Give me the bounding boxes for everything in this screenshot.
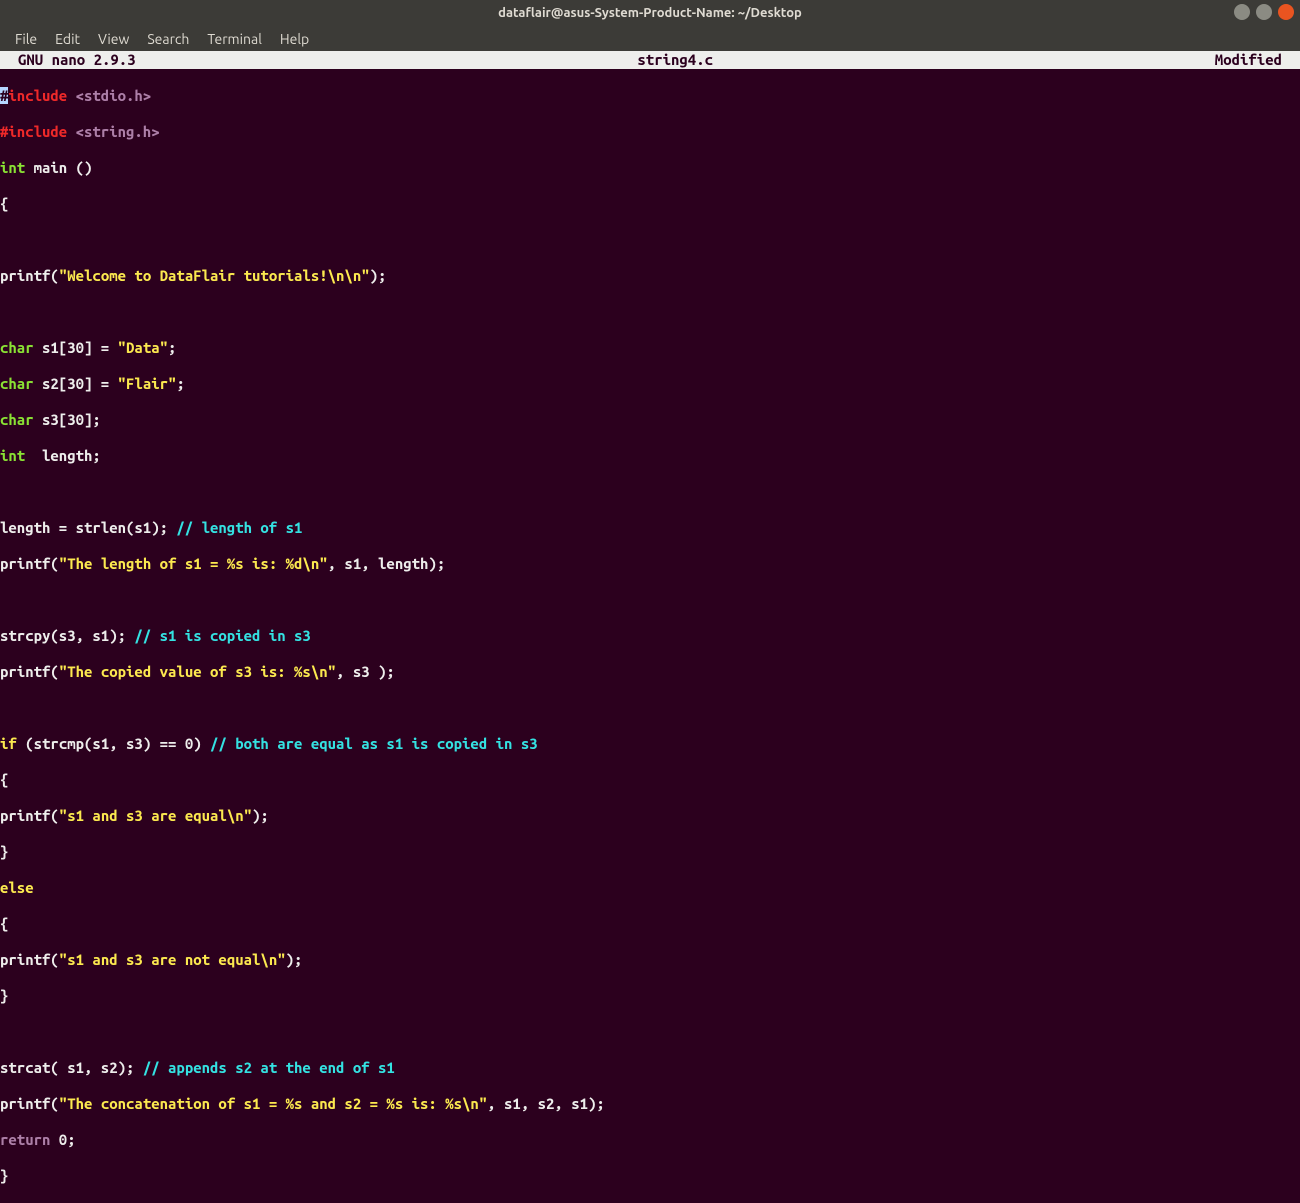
code-line: else: [0, 879, 1300, 897]
code-line: #include <stdio.h>: [0, 87, 1300, 105]
menubar: File Edit View Search Terminal Help: [0, 26, 1300, 51]
menu-search[interactable]: Search: [138, 28, 198, 50]
window-controls: [1234, 4, 1294, 20]
code-line: length = strlen(s1); // length of s1: [0, 519, 1300, 537]
code-line: }: [0, 1167, 1300, 1185]
nano-status-bar: GNU nano 2.9.3 string4.c Modified: [0, 51, 1300, 69]
nano-modified-status: Modified: [1215, 51, 1282, 69]
code-line: }: [0, 843, 1300, 861]
code-line: {: [0, 915, 1300, 933]
code-line: printf("The copied value of s3 is: %s\n"…: [0, 663, 1300, 681]
menu-file[interactable]: File: [6, 28, 46, 50]
code-line: printf("The length of s1 = %s is: %d\n",…: [0, 555, 1300, 573]
code-line: [0, 231, 1300, 249]
nano-version: GNU nano 2.9.3: [18, 51, 136, 69]
code-line: printf("The concatenation of s1 = %s and…: [0, 1095, 1300, 1113]
code-line: #include <string.h>: [0, 123, 1300, 141]
window-title: dataflair@asus-System-Product-Name: ~/De…: [498, 6, 802, 20]
code-line: }: [0, 987, 1300, 1005]
code-line: [0, 483, 1300, 501]
menu-terminal[interactable]: Terminal: [198, 28, 271, 50]
code-line: [0, 591, 1300, 609]
maximize-icon[interactable]: [1256, 4, 1272, 20]
code-line: return 0;: [0, 1131, 1300, 1149]
code-line: [0, 1023, 1300, 1041]
code-line: printf("s1 and s3 are not equal\n");: [0, 951, 1300, 969]
code-line: strcat( s1, s2); // appends s2 at the en…: [0, 1059, 1300, 1077]
code-line: strcpy(s3, s1); // s1 is copied in s3: [0, 627, 1300, 645]
window-titlebar: dataflair@asus-System-Product-Name: ~/De…: [0, 0, 1300, 26]
code-line: {: [0, 771, 1300, 789]
code-line: printf("s1 and s3 are equal\n");: [0, 807, 1300, 825]
code-line: int length;: [0, 447, 1300, 465]
code-line: [0, 303, 1300, 321]
menu-help[interactable]: Help: [271, 28, 318, 50]
menu-edit[interactable]: Edit: [46, 28, 89, 50]
code-line: int main (): [0, 159, 1300, 177]
code-line: [0, 699, 1300, 717]
minimize-icon[interactable]: [1234, 4, 1250, 20]
code-line: char s2[30] = "Flair";: [0, 375, 1300, 393]
code-line: if (strcmp(s1, s3) == 0) // both are equ…: [0, 735, 1300, 753]
code-line: char s1[30] = "Data";: [0, 339, 1300, 357]
code-line: printf("Welcome to DataFlair tutorials!\…: [0, 267, 1300, 285]
code-line: char s3[30];: [0, 411, 1300, 429]
code-line: {: [0, 195, 1300, 213]
editor-area[interactable]: #include <stdio.h> #include <string.h> i…: [0, 69, 1300, 1203]
menu-view[interactable]: View: [89, 28, 138, 50]
nano-filename: string4.c: [136, 51, 1215, 69]
close-icon[interactable]: [1278, 4, 1294, 20]
